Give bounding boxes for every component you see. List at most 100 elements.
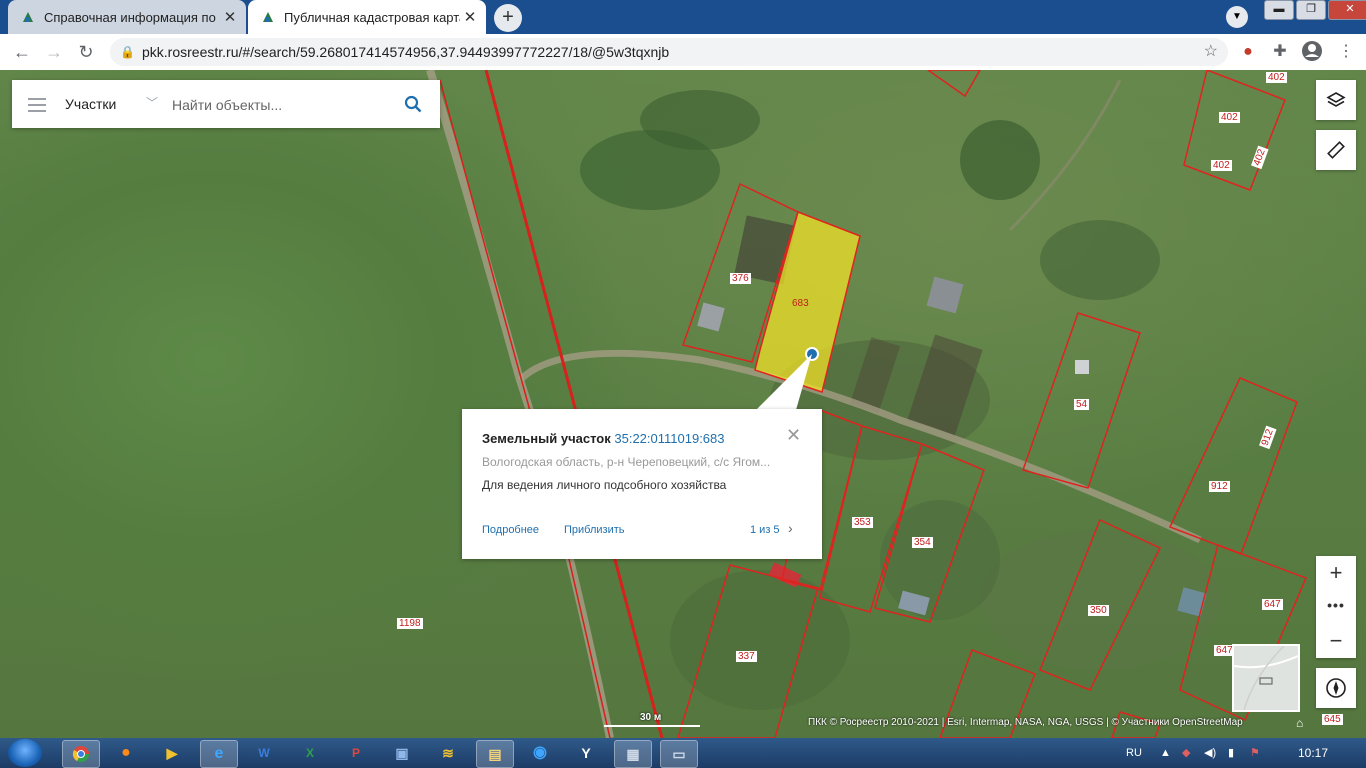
close-window-button[interactable]: ✕ [1328,0,1366,20]
parcel-label-1198[interactable]: 1198 [397,613,423,631]
ruler-icon [1327,141,1345,159]
tab-reference-info[interactable]: Справочная информация по об ✕ [8,0,246,34]
language-indicator[interactable]: RU [1126,738,1142,768]
minimize-button[interactable]: ▬ [1264,0,1294,20]
bookmark-star-icon[interactable]: ☆ [1204,38,1218,66]
extension-icon[interactable]: ● [1236,40,1260,64]
chevron-down-icon[interactable]: ﹀ [146,80,158,126]
map-scale: 30 м [604,712,700,727]
map-layer [426,70,1307,738]
parcel-label-402-b[interactable]: 402 [1211,155,1232,173]
search-icon[interactable] [404,95,422,113]
window-taskbar-icon[interactable]: ▭ [660,740,698,768]
browser-tab-bar: Справочная информация по об ✕ Публичная … [0,0,1366,34]
volume-icon[interactable]: ◀) [1204,738,1216,768]
new-tab-button[interactable]: + [494,4,522,32]
reload-icon[interactable]: ↻ [74,40,98,64]
address-bar[interactable]: 🔒 pkk.rosreestr.ru/#/search/59.268017414… [110,38,1228,66]
layers-button[interactable] [1316,80,1356,120]
profile-avatar-icon[interactable] [1300,40,1324,64]
compass-button[interactable] [1316,668,1356,708]
parcel-label-683[interactable]: 683 [792,293,809,311]
zoom-in-button[interactable]: + [1316,556,1356,590]
popup-title: Земельный участок 35:22:0111019:683 [482,431,725,446]
scale-bar [604,725,700,727]
popup-pointer [756,354,812,410]
start-button[interactable] [8,739,42,767]
internet-explorer-taskbar-icon[interactable]: e [200,740,238,768]
category-select[interactable]: Участки [65,80,116,128]
tray-flag-icon[interactable]: ⚑ [1250,738,1260,768]
zoom-controls: + ••• − [1316,556,1356,658]
parcel-label-645[interactable]: 645 [1322,709,1343,727]
powerpoint-taskbar-icon[interactable]: P [338,740,374,766]
cadastral-map[interactable]: 376 683 54 912 912 353 354 350 337 1198 … [0,70,1366,738]
next-result-chevron-icon[interactable]: › [788,520,793,536]
browser-toolbar: ← → ↻ 🔒 pkk.rosreestr.ru/#/search/59.268… [0,34,1366,71]
window-controls: ▬ ❐ ✕ [1262,0,1366,20]
save-disk-taskbar-icon[interactable]: ▣ [384,740,420,766]
parcel-info-popup: Земельный участок 35:22:0111019:683 Воло… [462,409,822,559]
parcel-label-350[interactable]: 350 [1088,600,1109,618]
menu-kebab-icon[interactable]: ⋮ [1334,40,1358,64]
yandex-taskbar-icon[interactable]: Y [568,740,604,766]
lock-icon: 🔒 [120,45,135,59]
url-text[interactable]: pkk.rosreestr.ru/#/search/59.26801741457… [142,38,669,66]
parcel-address: Вологодская область, р-н Череповецкий, с… [482,455,771,469]
tab-cadastral-map[interactable]: Публичная кадастровая карта ✕ [248,0,486,34]
parcel-label-54[interactable]: 54 [1074,394,1090,412]
rosreestr-favicon-icon [263,12,273,22]
puzzle-extensions-icon[interactable]: ✚ [1268,40,1292,64]
file-explorer-taskbar-icon[interactable]: ▤ [476,740,514,768]
tab-search-dropdown-icon[interactable]: ▼ [1226,6,1248,28]
word-taskbar-icon[interactable]: W [246,740,282,766]
map-attribution: ПКК © Росреестр 2010-2021 | Esri, Interm… [808,717,1243,728]
windows-taskbar: ● ▶ e W X P ▣ ≋ ▤ ◉ Y ▦ ▭ RU ▲ ◆ ◀) ▮ ⚑ … [0,738,1366,768]
tab-title: Публичная кадастровая карта [284,9,460,25]
chrome-taskbar-icon[interactable] [62,740,100,768]
cadastral-number-link[interactable]: 35:22:0111019:683 [614,431,724,446]
parcel-label-402-top[interactable]: 402 [1266,70,1287,85]
parcel-label-353[interactable]: 353 [852,512,873,530]
hamburger-menu-icon[interactable] [28,94,46,114]
parcel-label-376[interactable]: 376 [730,268,751,286]
home-icon[interactable]: ⌂ [1296,716,1303,730]
search-panel: Участки ﹀ [12,80,440,128]
zoom-out-button[interactable]: − [1316,624,1356,658]
result-pager: 1 из 5 [750,524,780,536]
parcel-label-354[interactable]: 354 [912,532,933,550]
details-link[interactable]: Подробнее [482,524,539,536]
popup-close-icon[interactable]: ✕ [786,425,801,446]
rosreestr-favicon-icon [23,12,33,22]
forward-arrow-icon[interactable]: → [42,40,66,64]
network-signal-icon[interactable]: ▮ [1228,738,1234,768]
tab-close-icon[interactable]: ✕ [220,8,240,26]
clock[interactable]: 10:17 [1298,738,1328,768]
tab-close-icon[interactable]: ✕ [460,8,480,26]
tray-security-icon[interactable]: ◆ [1182,738,1190,768]
media-player-taskbar-icon[interactable]: ▶ [154,740,190,766]
tab-title: Справочная информация по об [44,9,220,25]
app-window-taskbar-icon[interactable]: ▦ [614,740,652,768]
browser-alt-taskbar-icon[interactable]: ◉ [522,740,558,766]
firefox-taskbar-icon[interactable]: ● [108,740,144,766]
parcel-label-912[interactable]: 912 [1209,476,1230,494]
maximize-button[interactable]: ❐ [1296,0,1326,20]
parcel-label-647[interactable]: 647 [1262,594,1283,612]
back-arrow-icon[interactable]: ← [10,40,34,64]
compass-icon [1326,678,1346,698]
search-input[interactable] [170,92,394,118]
tray-expand-icon[interactable]: ▲ [1160,738,1171,768]
ruler-button[interactable] [1316,130,1356,170]
object-type: Земельный участок [482,431,611,446]
excel-taskbar-icon[interactable]: X [292,740,328,766]
archive-taskbar-icon[interactable]: ≋ [430,740,466,766]
scale-label: 30 м [640,712,662,723]
parcel-label-337[interactable]: 337 [736,646,757,664]
zoom-to-link[interactable]: Приблизить [564,524,625,536]
parcel-label-402[interactable]: 402 [1219,107,1240,125]
layers-icon [1326,92,1346,107]
parcel-usage: Для ведения личного подсобного хозяйства [482,478,727,492]
more-tools-button[interactable]: ••• [1316,590,1356,624]
overview-minimap[interactable] [1232,644,1300,712]
